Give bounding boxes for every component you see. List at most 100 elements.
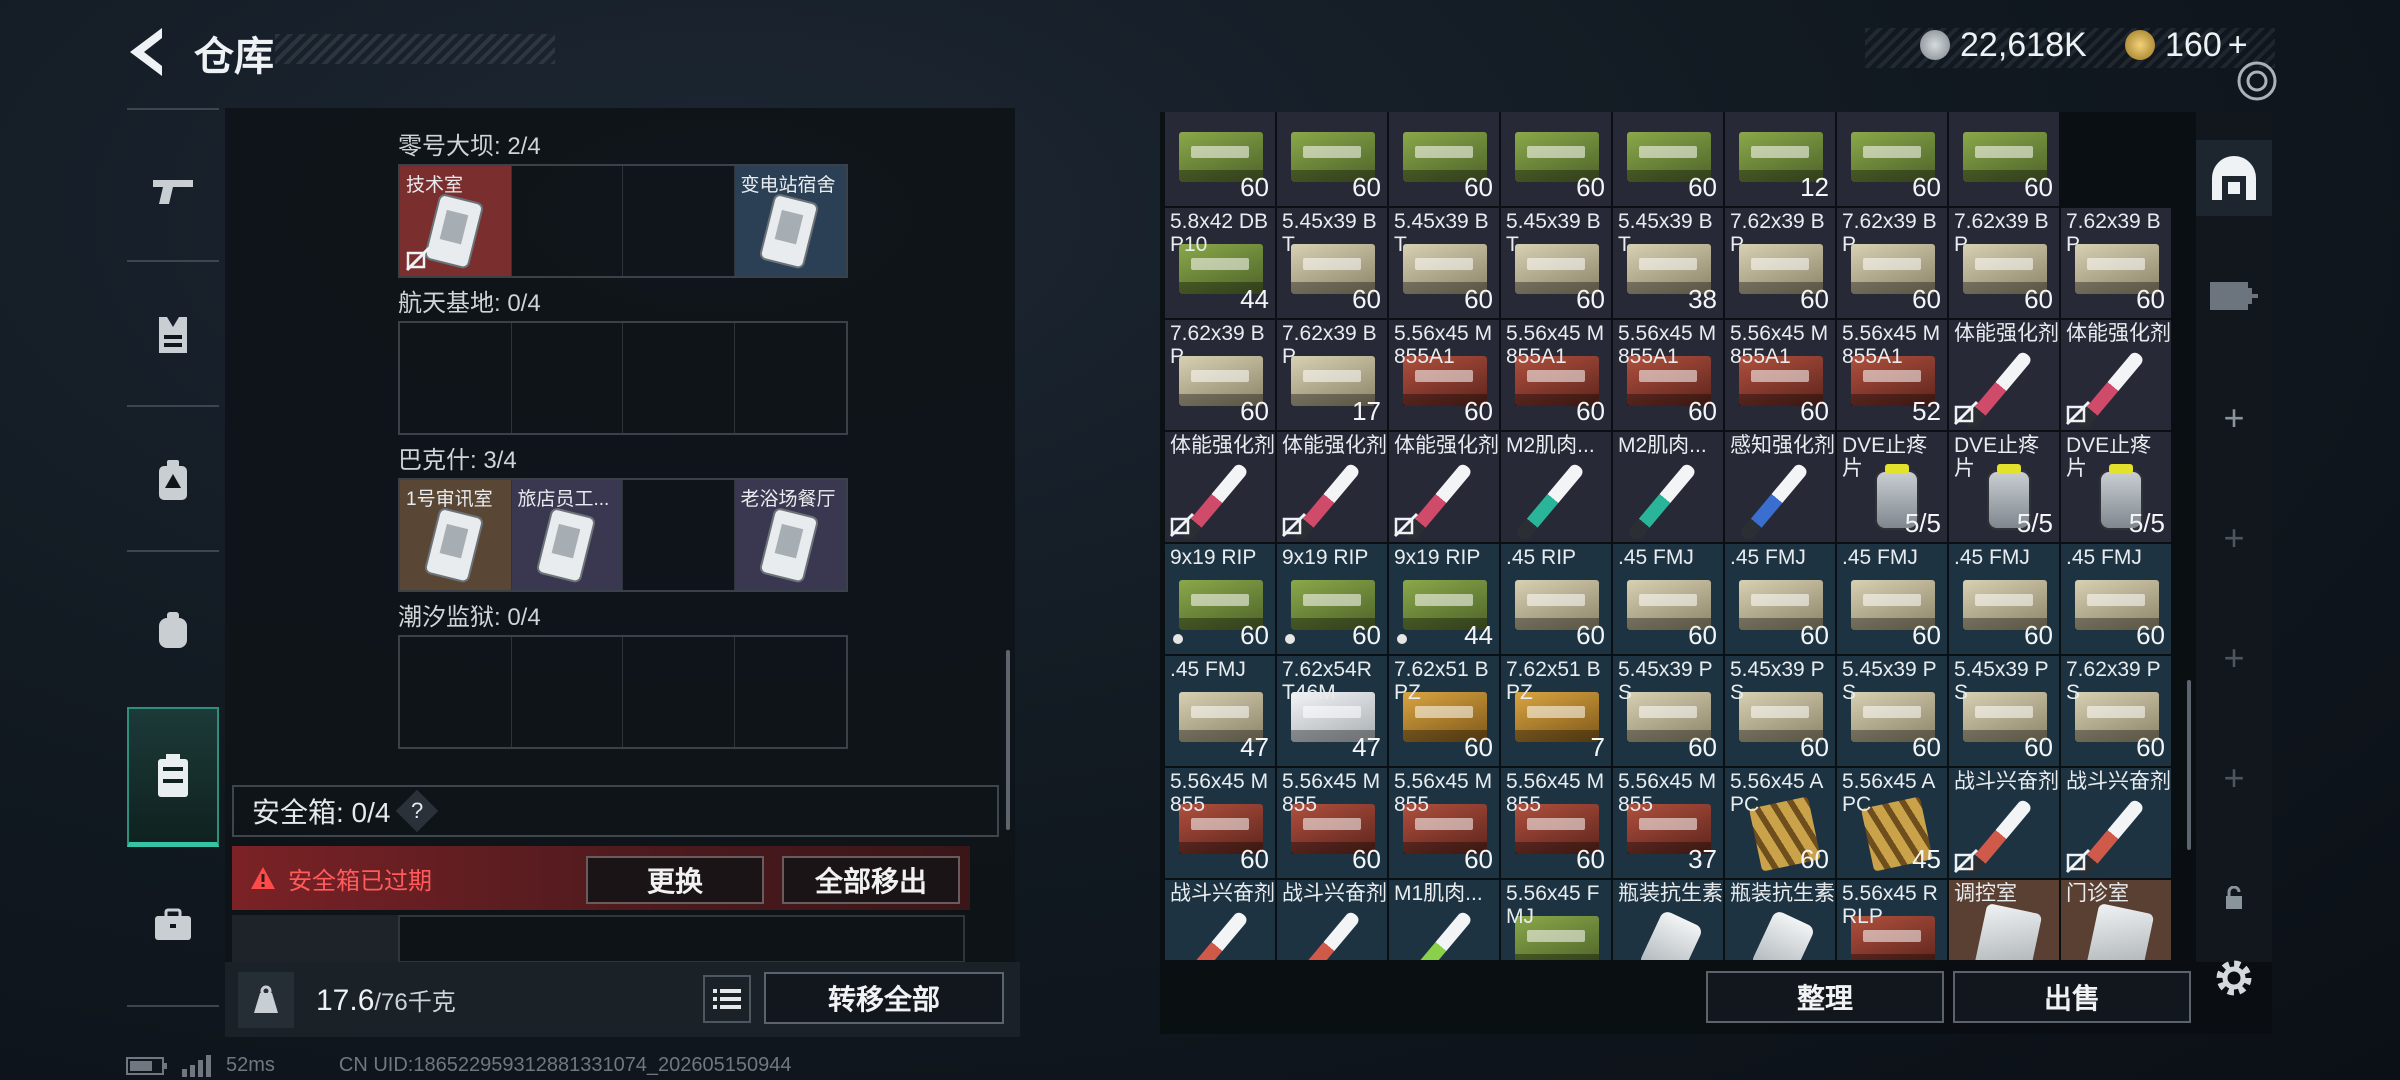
transfer-all-button[interactable]: 转移全部 [764,972,1004,1024]
inventory-item[interactable]: 5.45x39 BT 60 [1501,208,1611,318]
add-tab-button[interactable]: + [2196,500,2272,576]
inventory-item[interactable]: M1肌肉... [1389,880,1499,960]
inventory-item[interactable]: 体能强化剂 [1165,432,1275,542]
empty-slot[interactable] [735,637,847,747]
inventory-item[interactable]: 5.56x45 M855 60 [1389,768,1499,878]
keycard-slot[interactable]: 技术室 [400,166,512,276]
remove-all-button[interactable]: 全部移出 [782,856,960,904]
inventory-item[interactable]: .45 FMJ 60 [1837,544,1947,654]
inventory-item[interactable]: .45 FMJ 60 [2061,544,2171,654]
inventory-item[interactable]: 60 [1837,112,1947,206]
inventory-item[interactable]: 瓶装抗生素 3/3 [1725,880,1835,960]
inventory-item[interactable]: 5.56x45 APC 45 [1837,768,1947,878]
inventory-item[interactable]: .45 RIP 60 [1501,544,1611,654]
inventory-item[interactable]: 体能强化剂 [1949,320,2059,430]
inventory-item[interactable]: 战斗兴奋剂 [2061,768,2171,878]
nav-safebox[interactable] [127,707,219,847]
empty-slot[interactable] [623,480,735,590]
inventory-item[interactable]: M2肌肉... [1613,432,1723,542]
inventory-item[interactable]: 5.56x45 M855A1 52 [1837,320,1947,430]
currency-secondary[interactable]: 160 + [2125,20,2248,70]
inventory-item[interactable]: 60 [1949,112,2059,206]
inventory-item[interactable]: DVE止疼片 5/5 [2061,432,2171,542]
inventory-item[interactable]: 5.56x45 M855 60 [1501,768,1611,878]
empty-slot[interactable] [512,637,623,747]
inventory-item[interactable]: .45 FMJ 60 [1949,544,2059,654]
inventory-item[interactable]: 5.45x39 PS 60 [1837,656,1947,766]
inventory-item[interactable]: 60 [1165,112,1275,206]
inventory-item[interactable]: 5.56x45 APC 60 [1725,768,1835,878]
inventory-item[interactable]: 12 [1725,112,1835,206]
empty-slot[interactable] [623,323,735,433]
inventory-item[interactable]: M2肌肉... [1501,432,1611,542]
inventory-item[interactable]: 5.56x45 M855A1 60 [1389,320,1499,430]
inventory-item[interactable]: 7.62x51 BPZ 60 [1389,656,1499,766]
keycard-slot[interactable]: 老浴场餐厅 [734,480,846,590]
inventory-item[interactable]: 战斗兴奋剂 [1165,880,1275,960]
inventory-item[interactable]: 9x19 RIP 44 [1389,544,1499,654]
nav-medical-backpack[interactable] [127,420,219,540]
inventory-item[interactable]: 5.45x39 BT 60 [1277,208,1387,318]
inventory-item[interactable]: 7.62x39 PS 60 [2061,656,2171,766]
keycard-slot[interactable]: 1号审讯室 [400,480,512,590]
inventory-item[interactable]: 5.45x39 PS 60 [1613,656,1723,766]
warehouse-tab-main[interactable] [2196,140,2272,216]
inventory-item[interactable]: 60 [1277,112,1387,206]
help-icon[interactable]: ? [396,789,439,833]
warehouse-tab-expand[interactable] [2196,256,2272,332]
inventory-item[interactable]: 5.56x45 M855 37 [1613,768,1723,878]
inventory-item[interactable]: 5.56x45 FMJ 34 [1501,880,1611,960]
inventory-item[interactable]: 5.8x42 DBP10 44 [1165,208,1275,318]
swap-button[interactable]: 更换 [586,856,764,904]
inventory-item[interactable]: .45 FMJ 60 [1725,544,1835,654]
lock-button[interactable] [2196,860,2272,936]
nav-vest[interactable] [127,275,219,395]
empty-slot[interactable] [735,323,847,433]
inventory-item[interactable]: 7.62x39 BP 60 [1725,208,1835,318]
inventory-item[interactable]: 9x19 RIP 60 [1165,544,1275,654]
inventory-item[interactable]: 体能强化剂 [1389,432,1499,542]
inventory-item[interactable]: 5.56x45 M855A1 60 [1725,320,1835,430]
nav-briefcase[interactable] [127,865,219,985]
inventory-item[interactable]: 战斗兴奋剂 [1949,768,2059,878]
inventory-item[interactable]: 5.56x45 M855 60 [1165,768,1275,878]
right-scrollbar[interactable] [2187,680,2191,850]
inventory-item[interactable]: 5.45x39 PS 60 [1949,656,2059,766]
inventory-item[interactable]: 7.62x54R T46M 47 [1277,656,1387,766]
inventory-item[interactable]: 7.62x39 BP 60 [1949,208,2059,318]
nav-backpack[interactable] [127,570,219,690]
empty-slot[interactable] [623,637,735,747]
inventory-item[interactable]: 7.62x39 BP 17 [1277,320,1387,430]
inventory-item[interactable]: 60 [1389,112,1499,206]
inventory-item[interactable]: 5.56x45 M855 60 [1277,768,1387,878]
inventory-item[interactable]: 7.62x39 BP 60 [1165,320,1275,430]
keycard-slot[interactable]: 旅店员工... [511,480,623,590]
add-tab-button[interactable]: + [2196,740,2272,816]
inventory-item[interactable]: 60 [1613,112,1723,206]
crosshair-icon[interactable] [2232,56,2282,106]
list-view-button[interactable] [703,975,751,1023]
inventory-item[interactable]: 5.45x39 BT 60 [1389,208,1499,318]
inventory-item[interactable]: DVE止疼片 5/5 [1837,432,1947,542]
inventory-item[interactable]: 战斗兴奋剂 [1277,880,1387,960]
sort-button[interactable]: 整理 [1706,971,1944,1023]
inventory-item[interactable]: 感知强化剂 [1725,432,1835,542]
inventory-item[interactable]: 9x19 RIP 60 [1277,544,1387,654]
inventory-item[interactable]: 7.62x51 BPZ 7 [1501,656,1611,766]
inventory-item[interactable]: DVE止疼片 5/5 [1949,432,2059,542]
inventory-item[interactable]: 调控室 [1949,880,2059,960]
empty-slot[interactable] [400,323,512,433]
settings-button[interactable] [2196,940,2272,1016]
inventory-item[interactable]: 门诊室 [2061,880,2171,960]
empty-slot[interactable] [400,637,512,747]
inventory-item[interactable]: 5.56x45 RRLP 60 [1837,880,1947,960]
inventory-item[interactable]: 体能强化剂 [1277,432,1387,542]
inventory-item[interactable]: 瓶装抗生素 3/3 [1613,880,1723,960]
keycard-slot[interactable]: 变电站宿舍 [734,166,846,276]
sell-button[interactable]: 出售 [1953,971,2191,1023]
empty-slot[interactable] [623,166,735,276]
inventory-item[interactable]: .45 FMJ 47 [1165,656,1275,766]
inventory-item[interactable]: 7.62x39 BP 60 [1837,208,1947,318]
empty-slot[interactable] [512,166,623,276]
inventory-item[interactable]: 5.45x39 PS 60 [1725,656,1835,766]
